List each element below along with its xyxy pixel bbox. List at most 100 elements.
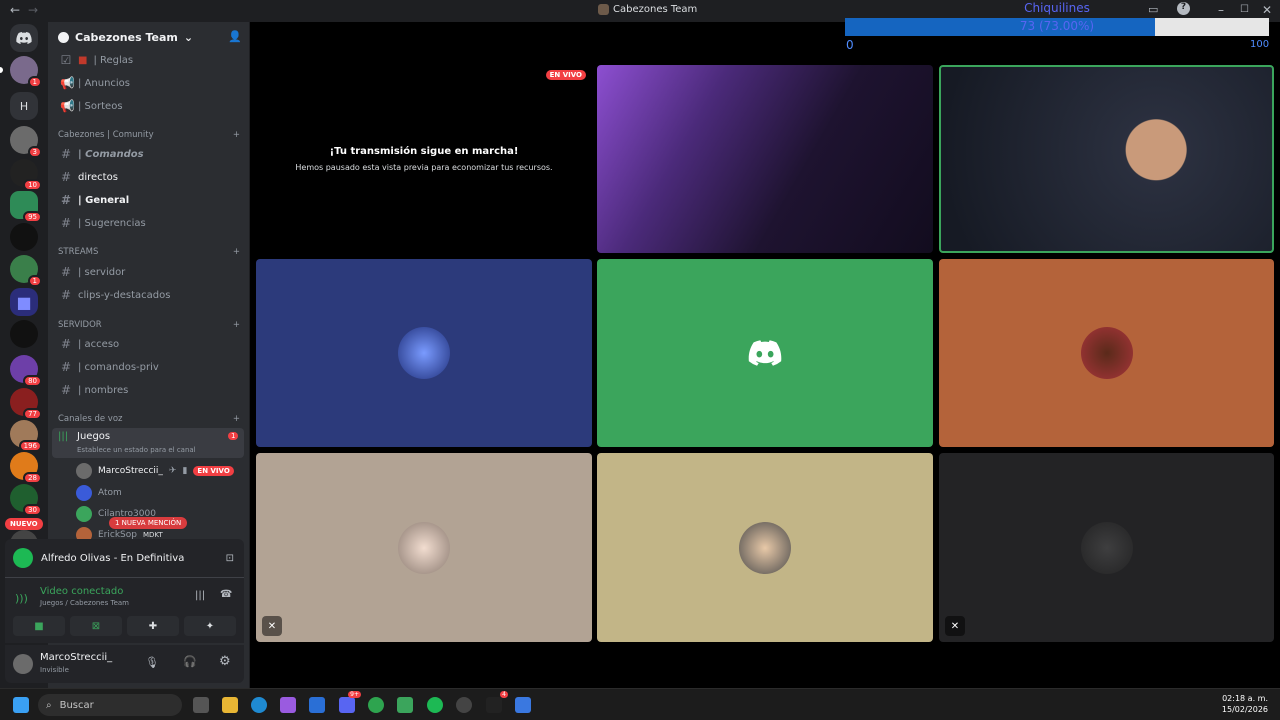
windows-start-icon[interactable] bbox=[13, 697, 29, 713]
store-icon[interactable] bbox=[309, 697, 325, 713]
signal-icon[interactable]: ))) bbox=[15, 592, 28, 605]
channel-sugerencias[interactable]: # | Sugerencias bbox=[56, 213, 242, 233]
server-avatar[interactable]: H bbox=[10, 92, 38, 120]
soundboard-button[interactable]: ✦ bbox=[184, 616, 236, 636]
folder-icon[interactable]: ■ bbox=[10, 288, 38, 316]
search-box[interactable]: ⌕ Buscar bbox=[38, 694, 182, 716]
server-header[interactable]: Cabezones Team ⌄ bbox=[48, 22, 250, 52]
channel-comandos-priv[interactable]: # | comandos-priv bbox=[56, 357, 242, 377]
category-streams[interactable]: STREAMS + bbox=[58, 247, 240, 257]
server-avatar[interactable]: 77 bbox=[10, 388, 42, 420]
chrome-icon[interactable] bbox=[368, 697, 384, 713]
channel-directos[interactable]: # directos bbox=[56, 167, 242, 187]
video-tile[interactable] bbox=[256, 259, 592, 447]
channel-sorteos[interactable]: 📢 | Sorteos bbox=[56, 96, 242, 116]
spotify-app-icon[interactable] bbox=[427, 697, 443, 713]
avatar[interactable] bbox=[13, 654, 33, 674]
avatar bbox=[398, 521, 450, 574]
server-avatar[interactable]: 80 bbox=[10, 355, 42, 387]
settings-gear-icon[interactable]: ⚙ bbox=[219, 654, 231, 669]
category-servidor[interactable]: SERVIDOR + bbox=[58, 320, 240, 330]
camera-icon: ▮ bbox=[182, 466, 188, 476]
channel-servidor[interactable]: # | servidor bbox=[56, 262, 242, 282]
app-icon[interactable] bbox=[515, 697, 531, 713]
screen-share-icon[interactable]: ⊡ bbox=[226, 553, 234, 564]
video-tile[interactable] bbox=[597, 453, 933, 642]
add-channel-icon[interactable]: + bbox=[233, 247, 240, 257]
video-tile[interactable] bbox=[939, 259, 1274, 447]
unread-pill bbox=[0, 67, 3, 73]
task-view-icon[interactable] bbox=[193, 697, 209, 713]
hash-icon: # bbox=[60, 170, 72, 184]
chevron-down-icon: ⌄ bbox=[183, 30, 194, 44]
copilot-icon[interactable] bbox=[280, 697, 296, 713]
video-tile[interactable] bbox=[597, 259, 933, 447]
channel-reglas[interactable]: ☑ ■ | Reglas bbox=[56, 50, 242, 70]
add-channel-icon[interactable]: + bbox=[233, 320, 240, 330]
server-avatar[interactable]: 1 bbox=[10, 56, 42, 88]
server-avatar[interactable] bbox=[10, 223, 38, 251]
video-tile[interactable]: ✕ bbox=[256, 453, 592, 642]
new-mention-badge[interactable]: 1 NUEVA MENCIÓN bbox=[109, 517, 188, 529]
add-channel-icon[interactable]: + bbox=[233, 414, 240, 424]
new-badge[interactable]: NUEVO bbox=[5, 518, 43, 530]
window-title: Cabezones Team bbox=[598, 4, 697, 15]
voice-channel-juegos[interactable]: ||| Juegos 1 Establece un estado para el… bbox=[52, 428, 244, 458]
video-tile-camera[interactable] bbox=[939, 65, 1274, 253]
overlay-label: Chiquilines bbox=[1024, 1, 1090, 15]
hash-icon: # bbox=[60, 360, 72, 374]
discord-app-icon[interactable]: 9+ bbox=[339, 691, 361, 713]
headphones-icon[interactable]: 🎧 bbox=[183, 655, 197, 668]
video-tile-stream[interactable] bbox=[597, 65, 933, 253]
channel-general[interactable]: # | General bbox=[56, 190, 242, 210]
stream-preview-tile[interactable]: EN VIVO ¡Tu transmisión sigue en marcha!… bbox=[256, 65, 592, 253]
obs-icon[interactable] bbox=[456, 697, 472, 713]
server-avatar[interactable]: 10 bbox=[10, 159, 42, 191]
category-voice[interactable]: Canales de voz + bbox=[58, 414, 240, 424]
checkbox-icon: ☑ bbox=[60, 53, 72, 67]
channel-nombres[interactable]: # | nombres bbox=[56, 380, 242, 400]
pin-icon: ✈ bbox=[168, 466, 177, 476]
avatar bbox=[76, 506, 92, 522]
avatar bbox=[1080, 521, 1133, 574]
add-channel-icon[interactable]: + bbox=[233, 130, 240, 140]
voice-member[interactable]: MarcoStreccii_ ✈ ▮ EN VIVO bbox=[76, 462, 241, 480]
server-avatar[interactable]: 1 bbox=[10, 255, 42, 287]
server-avatar[interactable]: 3 bbox=[10, 126, 42, 158]
voice-member[interactable]: Atom bbox=[76, 484, 241, 502]
channel-comandos[interactable]: # | Comandos bbox=[56, 144, 242, 164]
server-avatar[interactable]: 30 bbox=[10, 484, 42, 516]
edge-icon[interactable] bbox=[251, 697, 267, 713]
user-panel: MarcoStreccii_ Invisible 🎙 🎧 ⚙ bbox=[5, 645, 244, 683]
noise-suppression-icon[interactable]: ||| bbox=[195, 590, 205, 601]
discord-home-icon[interactable] bbox=[10, 24, 38, 52]
back-arrow-icon[interactable]: ← bbox=[10, 3, 20, 17]
category-comunity[interactable]: Cabezones | Comunity + bbox=[58, 130, 240, 140]
overlay-max: 100 bbox=[1250, 39, 1270, 50]
file-explorer-icon[interactable] bbox=[222, 697, 238, 713]
channel-acceso[interactable]: # | acceso bbox=[56, 334, 242, 354]
avatar bbox=[739, 521, 791, 574]
screen-share-button[interactable]: ⊠ bbox=[70, 616, 122, 636]
activities-button[interactable]: ✚ bbox=[127, 616, 179, 636]
overlay-progress-text: 73 (73.00%) bbox=[1019, 19, 1095, 33]
forward-arrow-icon[interactable]: → bbox=[28, 3, 38, 17]
microphone-icon[interactable]: 🎙 bbox=[145, 656, 159, 669]
channel-anuncios[interactable]: 📢 | Anuncios bbox=[56, 73, 242, 93]
server-avatar[interactable]: 28 bbox=[10, 452, 42, 484]
minecraft-icon[interactable] bbox=[397, 697, 413, 713]
server-avatar[interactable] bbox=[10, 320, 38, 348]
disconnect-icon[interactable]: ☎ bbox=[220, 589, 232, 600]
server-icon bbox=[598, 4, 609, 15]
video-tile[interactable]: ✕ bbox=[939, 453, 1274, 642]
channel-clips[interactable]: # clips-y-destacados bbox=[56, 285, 242, 305]
invite-icon[interactable]: 👤 bbox=[228, 30, 242, 43]
hash-icon: # bbox=[60, 288, 72, 302]
server-avatar[interactable]: 95 bbox=[10, 191, 42, 223]
spotify-activity[interactable]: Alfredo Olivas - En Definitiva ⊡ bbox=[5, 539, 244, 577]
server-avatar[interactable]: 196 bbox=[10, 420, 42, 452]
clock[interactable]: 02:18 a. m. 15/02/2026 bbox=[1222, 693, 1268, 715]
hash-icon: # bbox=[60, 383, 72, 397]
camera-button[interactable]: ■ bbox=[13, 616, 65, 636]
app-icon[interactable]: 4 bbox=[486, 691, 508, 713]
